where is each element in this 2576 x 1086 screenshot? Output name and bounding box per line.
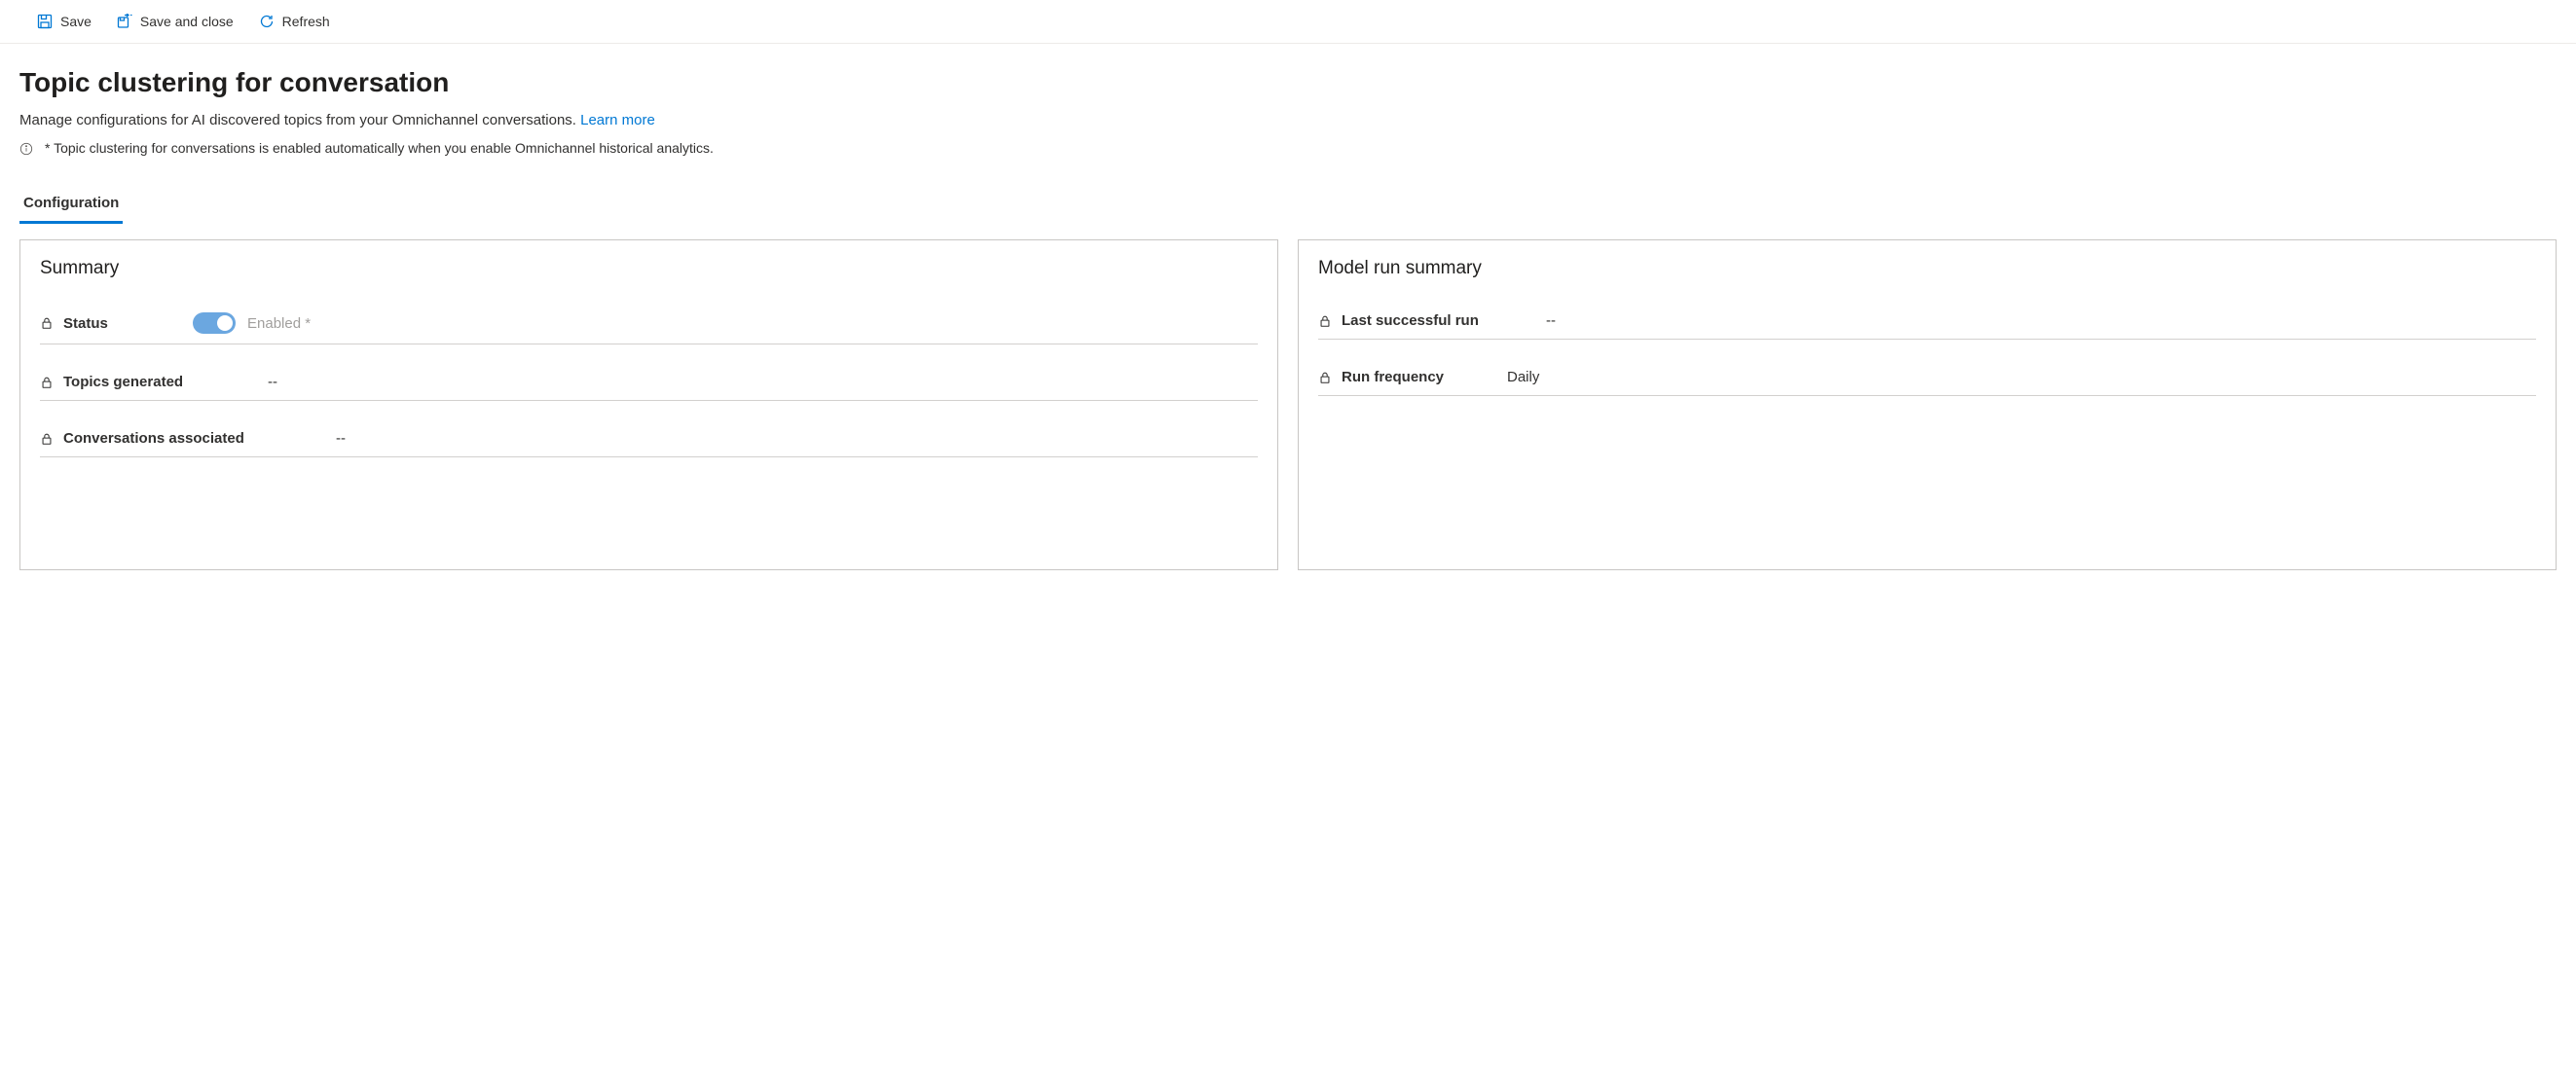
status-toggle-wrap: Enabled * <box>193 312 311 334</box>
run-frequency-value: Daily <box>1507 369 1539 385</box>
conversations-associated-field: Conversations associated -- <box>40 418 1258 457</box>
status-toggle[interactable] <box>193 312 236 334</box>
summary-panel-title: Summary <box>40 258 1258 279</box>
page-content: Topic clustering for conversation Manage… <box>0 44 2576 594</box>
panels-container: Summary Status Enabled * <box>19 239 2557 570</box>
last-run-value: -- <box>1546 312 1556 329</box>
model-run-panel-title: Model run summary <box>1318 258 2536 279</box>
learn-more-link[interactable]: Learn more <box>580 112 655 128</box>
command-bar: Save Save and close Refresh <box>0 0 2576 44</box>
lock-icon <box>1318 314 1332 328</box>
info-icon <box>19 142 33 156</box>
conversations-associated-label: Conversations associated <box>63 430 316 447</box>
info-note: * Topic clustering for conversations is … <box>19 140 2557 156</box>
lock-icon <box>40 316 54 330</box>
page-subtitle: Manage configurations for AI discovered … <box>19 112 2557 128</box>
status-value: Enabled * <box>247 315 311 332</box>
refresh-icon <box>259 14 275 29</box>
refresh-button-label: Refresh <box>282 14 330 29</box>
tab-configuration[interactable]: Configuration <box>19 185 123 224</box>
topics-generated-value: -- <box>268 374 277 390</box>
model-run-panel: Model run summary Last successful run --… <box>1298 239 2557 570</box>
summary-panel: Summary Status Enabled * <box>19 239 1278 570</box>
last-run-field: Last successful run -- <box>1318 301 2536 340</box>
save-button-label: Save <box>60 14 92 29</box>
save-close-button-label: Save and close <box>140 14 234 29</box>
run-frequency-field: Run frequency Daily <box>1318 357 2536 396</box>
save-and-close-button[interactable]: Save and close <box>115 10 236 33</box>
last-run-label: Last successful run <box>1342 312 1527 329</box>
lock-icon <box>1318 371 1332 384</box>
save-icon <box>37 14 53 29</box>
topics-generated-label: Topics generated <box>63 374 248 390</box>
save-button[interactable]: Save <box>35 10 93 33</box>
subtitle-text: Manage configurations for AI discovered … <box>19 112 580 128</box>
info-note-text: * Topic clustering for conversations is … <box>45 140 714 156</box>
page-title: Topic clustering for conversation <box>19 67 2557 98</box>
status-label: Status <box>63 315 166 332</box>
topics-generated-field: Topics generated -- <box>40 362 1258 401</box>
run-frequency-label: Run frequency <box>1342 369 1488 385</box>
lock-icon <box>40 376 54 389</box>
status-field: Status Enabled * <box>40 301 1258 344</box>
conversations-associated-value: -- <box>336 430 346 447</box>
tab-list: Configuration <box>19 185 2557 224</box>
save-close-icon <box>117 14 132 29</box>
toggle-thumb <box>217 315 233 331</box>
lock-icon <box>40 432 54 446</box>
refresh-button[interactable]: Refresh <box>257 10 332 33</box>
